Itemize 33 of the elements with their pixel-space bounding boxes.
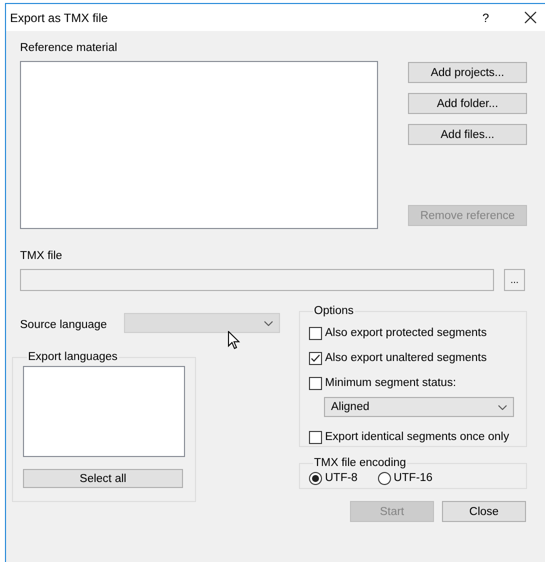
help-button[interactable]: ? xyxy=(482,10,489,24)
radio-button[interactable] xyxy=(378,472,391,484)
reference-button[interactable]: Add projects... xyxy=(408,62,527,83)
checkbox-label: Export identical segments once only xyxy=(325,430,510,444)
checkbox[interactable] xyxy=(309,352,322,364)
dialog-button[interactable]: Close xyxy=(442,501,526,522)
select-all-button[interactable]: Select all xyxy=(23,469,183,488)
mouse-pointer-icon xyxy=(228,331,240,350)
window-title: Export as TMX file xyxy=(10,10,109,24)
options-title: Options xyxy=(313,304,355,318)
chevron-down-icon xyxy=(498,404,507,410)
export-languages-title: Export languages xyxy=(27,350,119,364)
radio-button[interactable] xyxy=(309,472,322,484)
reference-button[interactable]: Add files... xyxy=(408,124,527,145)
close-icon[interactable] xyxy=(524,11,537,24)
chevron-down-icon xyxy=(264,320,273,326)
reference-button[interactable]: Add folder... xyxy=(408,93,527,114)
reference-material-label: Reference material xyxy=(20,41,118,55)
checkbox-label: Also export unaltered segments xyxy=(325,351,487,365)
radio-label: UTF-8 xyxy=(325,471,358,485)
radio-label: UTF-16 xyxy=(394,471,433,485)
browse-button[interactable]: ... xyxy=(504,269,525,291)
source-language-label: Source language xyxy=(20,318,108,332)
checkbox[interactable] xyxy=(309,376,322,390)
status-dropdown[interactable]: Aligned xyxy=(324,397,514,417)
checkbox-label: Also export protected segments xyxy=(325,326,487,340)
encoding-title: TMX file encoding xyxy=(313,456,408,470)
export-languages-list[interactable] xyxy=(23,366,185,457)
checkbox-label: Minimum segment status: xyxy=(325,376,456,390)
checkbox[interactable] xyxy=(309,430,322,444)
tmx-file-field[interactable] xyxy=(20,269,494,291)
tmx-file-label: TMX file xyxy=(20,249,64,263)
checkbox[interactable] xyxy=(309,326,322,340)
